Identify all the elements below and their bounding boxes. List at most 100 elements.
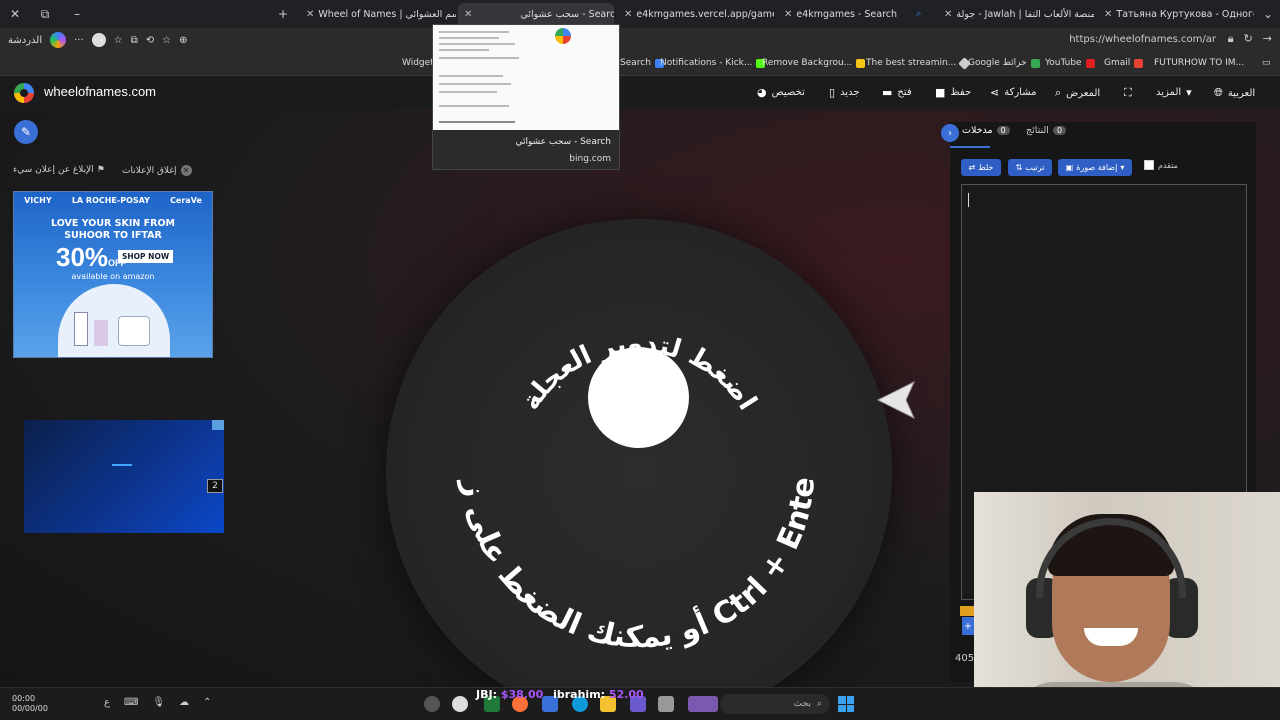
bookmark-search[interactable]: Search bbox=[620, 58, 664, 68]
close-window-icon[interactable]: ✕ bbox=[0, 0, 30, 28]
tab-entries[interactable]: مدخلات 0 bbox=[962, 125, 1010, 136]
menu-label: تخصيص bbox=[771, 87, 805, 98]
tab-e4kmgames-app[interactable]: ✕ e4kmgames.vercel.app/games/wh bbox=[618, 3, 774, 25]
wheel-instruction-bottom: أو يمكنك الضغط على زر Ctrl + Enter bbox=[386, 219, 822, 655]
overlay-user1: JBJ: bbox=[476, 688, 497, 701]
close-ads-link[interactable]: إغلاق الإعلانات ✕ bbox=[122, 165, 192, 176]
advertisement-banner[interactable]: VICHY LA ROCHE-POSAY CeraVe LOVE YOUR SK… bbox=[13, 191, 213, 358]
shuffle-button[interactable]: ⇄ خلط bbox=[961, 159, 1001, 176]
collections-icon[interactable]: ⧉ bbox=[131, 35, 138, 46]
add-image-button[interactable]: ▣ إضافة صورة ▾ bbox=[1058, 159, 1132, 176]
flag-icon: ⚑ bbox=[96, 165, 105, 175]
fullscreen-button[interactable]: ⛶ bbox=[1124, 86, 1132, 100]
mic-icon[interactable]: 🎙︎ bbox=[152, 697, 165, 708]
open-button[interactable]: ▬ فتح bbox=[882, 86, 912, 99]
ad-shop-now[interactable]: SHOP NOW bbox=[118, 250, 174, 263]
bookmark-label: FUTURHOW TO IM... bbox=[1154, 58, 1245, 68]
bookmark-futurhow[interactable]: FUTURHOW TO IM... bbox=[1154, 58, 1244, 68]
close-tab-icon[interactable]: ✕ bbox=[306, 9, 314, 20]
bookmark-kick[interactable]: Notifications - Kick... bbox=[660, 58, 766, 68]
edit-pencil-button[interactable]: ✎ bbox=[14, 120, 38, 144]
bookmark-removebg[interactable]: Remove Backgrou... bbox=[762, 58, 866, 68]
tab-title: Wheel of Names | الاسم العشوائي bbox=[318, 8, 456, 20]
language-indicator[interactable]: ع bbox=[104, 697, 110, 708]
tab-youtube-song[interactable]: ✕ Татьяна Куртукова - Одного (сл bbox=[1098, 3, 1254, 25]
folder-icon: ▬ bbox=[882, 86, 893, 99]
wheel-center-hub[interactable] bbox=[588, 347, 689, 448]
close-tab-icon[interactable]: ✕ bbox=[624, 9, 632, 20]
share-button[interactable]: ⋖ مشاركة bbox=[990, 86, 1037, 99]
google-logo-icon bbox=[555, 28, 571, 44]
search-icon: ⌕ bbox=[1055, 86, 1062, 99]
bookmark-youtube[interactable]: YouTube bbox=[1045, 58, 1095, 68]
checkbox-box[interactable] bbox=[1144, 160, 1154, 170]
refresh-icon[interactable]: ↻ bbox=[1244, 32, 1253, 46]
star-icon[interactable]: ☆ bbox=[162, 35, 171, 46]
language-menu[interactable]: 🌐︎ العربية bbox=[1214, 86, 1255, 100]
profile-label[interactable]: الدردشة bbox=[8, 35, 42, 46]
advanced-checkbox[interactable]: متقدم bbox=[1144, 160, 1178, 170]
profile-icon[interactable] bbox=[91, 33, 106, 47]
bookmark-gmail[interactable]: Gmail bbox=[1104, 58, 1144, 68]
maps-icon bbox=[1030, 58, 1040, 68]
bookmark-label: The best streamin... bbox=[866, 58, 957, 68]
tab-jawlah[interactable]: ✕ جولة - Jawlah | منصة الألعاب التفا bbox=[938, 3, 1094, 25]
tab-menu-icon[interactable]: ⌄ bbox=[1256, 0, 1280, 28]
site-logo[interactable]: wheelofnames.com bbox=[44, 84, 156, 99]
add-entry-button[interactable]: + bbox=[962, 617, 974, 635]
minimize-icon[interactable]: – bbox=[62, 0, 92, 28]
video-advertisement[interactable]: 2 bbox=[24, 420, 224, 533]
bookmark-maps[interactable]: Google خرائط bbox=[968, 58, 1040, 68]
spin-wheel[interactable]: اضغط لتدوير العجلة أو يمكنك الضغط على زر… bbox=[386, 219, 892, 720]
close-tab-icon[interactable]: ✕ bbox=[784, 9, 792, 20]
more-menu[interactable]: المزيد ▾ bbox=[1156, 86, 1192, 99]
cloud-icon[interactable]: ☁ bbox=[179, 697, 189, 708]
ad-info-icon[interactable] bbox=[212, 420, 224, 430]
windows-start-icon[interactable] bbox=[838, 696, 854, 712]
save-button[interactable]: ■ حفظ bbox=[935, 86, 971, 99]
favorites-icon[interactable]: ☆ bbox=[114, 35, 123, 46]
collapse-panel-icon[interactable]: › bbox=[941, 124, 959, 142]
tab-preview-popup[interactable]: سحب عشوائي - Search bing.com bbox=[432, 24, 620, 170]
report-ad-link[interactable]: الإبلاغ عن إعلان سيء ⚑ bbox=[13, 165, 105, 175]
task-view-icon[interactable] bbox=[658, 696, 674, 712]
taskbar-clock[interactable]: 00:00 00/00/00 bbox=[12, 694, 48, 714]
ad-discount-value: 30% bbox=[56, 242, 109, 272]
removebg-icon bbox=[856, 58, 866, 68]
customize-button[interactable]: ◕ تخصيص bbox=[757, 86, 805, 99]
button-label: خلط bbox=[978, 163, 994, 172]
more-bookmarks-icon[interactable]: ▭ bbox=[1262, 58, 1271, 68]
ad-amazon: available on amazon bbox=[71, 272, 155, 281]
tab-results[interactable]: النتائج 0 bbox=[1026, 125, 1067, 136]
close-tab-icon[interactable]: ✕ bbox=[464, 9, 472, 20]
tab-e4kmgames-search[interactable]: ✕ e4kmgames - Search ⌕ bbox=[778, 3, 934, 25]
avatar-overlay-icon bbox=[452, 696, 468, 712]
game-app-icon[interactable] bbox=[688, 696, 718, 712]
new-button[interactable]: ▯ جديد bbox=[829, 86, 860, 99]
tab-wheel-of-names[interactable]: ✕ Wheel of Names | الاسم العشوائي bbox=[300, 3, 456, 25]
wheel-logo-icon[interactable] bbox=[14, 83, 34, 103]
sort-icon: ⇅ bbox=[1015, 163, 1023, 172]
extensions-icon[interactable]: ⟲ bbox=[146, 35, 154, 46]
keyboard-icon[interactable]: ⌨ bbox=[124, 697, 138, 708]
tab-actions-icon[interactable]: ⧉ bbox=[30, 0, 60, 28]
gallery-button[interactable]: ⌕ المعرض bbox=[1055, 86, 1100, 100]
close-tab-icon[interactable]: ✕ bbox=[944, 9, 952, 20]
url-field[interactable]: https://wheelofnames.com/ar bbox=[1069, 34, 1216, 45]
forward-icon[interactable]: → bbox=[1263, 32, 1272, 46]
bookmark-streaming[interactable]: The best streamin... bbox=[866, 56, 972, 70]
more-icon[interactable]: ··· bbox=[74, 35, 84, 46]
chevron-up-icon[interactable]: ⌃ bbox=[203, 697, 211, 708]
taskbar-search[interactable]: بحث ⌕ bbox=[720, 694, 830, 714]
lock-icon[interactable]: 🔒︎ bbox=[1228, 32, 1234, 46]
copilot-icon[interactable] bbox=[50, 32, 67, 48]
obs-icon[interactable] bbox=[424, 696, 440, 712]
split-icon[interactable]: ⊕ bbox=[179, 35, 187, 46]
close-tab-icon[interactable]: ✕ bbox=[1104, 9, 1112, 20]
sort-button[interactable]: ⇅ ترتيب bbox=[1008, 159, 1052, 176]
tab-search[interactable]: ✕ سحب عشوائي - Search ⌕ bbox=[458, 3, 614, 25]
new-tab-icon[interactable]: + bbox=[268, 0, 298, 28]
shuffle-icon: ⇄ bbox=[968, 163, 976, 172]
bookmark-label: Search bbox=[620, 58, 651, 68]
tab-title: Татьяна Куртукова - Одного (сл bbox=[1116, 8, 1254, 20]
